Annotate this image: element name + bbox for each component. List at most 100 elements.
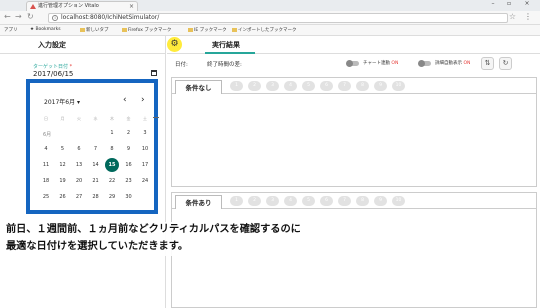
address-bar-row: ← → ↻ i localhost:8080/IchiNetSimulator/…	[0, 11, 540, 25]
browser-tab[interactable]: 進行管理オプション Vitalo ×	[26, 1, 138, 11]
calendar-day[interactable]: 16	[122, 158, 136, 172]
folder-icon	[122, 27, 127, 32]
page-icon	[80, 27, 85, 32]
calendar-day[interactable]: 29	[105, 190, 119, 204]
target-date-input[interactable]: 2017/06/15	[33, 70, 73, 78]
result-page-pill[interactable]: 10	[392, 81, 405, 91]
box-tab-strip: 条件あり 1 2 3 4 5 6 7 8 9 10	[172, 193, 536, 209]
calendar-day[interactable]: 26	[56, 190, 70, 204]
result-page-pill[interactable]: 1	[230, 196, 243, 206]
app-favicon-icon	[30, 4, 36, 9]
app-window: 進行管理オプション Vitalo × – ▫ × ← → ↻ i localho…	[0, 0, 540, 308]
bookmark-ie[interactable]: IE ブックマーク	[188, 27, 227, 33]
bookmark-firefox[interactable]: Firefox ブックマーク	[122, 27, 171, 33]
result-box-without-condition: 条件なし 1 2 3 4 5 6 7 8 9 10	[171, 77, 537, 187]
browser-titlebar: 進行管理オプション Vitalo × – ▫ ×	[0, 0, 540, 11]
calendar-day[interactable]: 27	[72, 190, 86, 204]
calendar-day[interactable]: 22	[105, 174, 119, 188]
bookmark-bookmarks[interactable]: ★ Bookmarks	[30, 27, 61, 32]
calendar-day[interactable]: 14	[89, 158, 103, 172]
url-field[interactable]: i localhost:8080/IchiNetSimulator/	[48, 13, 508, 23]
result-page-pill[interactable]: 2	[248, 196, 261, 206]
back-icon[interactable]: ←	[4, 12, 11, 21]
result-page-pill[interactable]: 7	[338, 196, 351, 206]
auto-detail-toggle[interactable]	[418, 60, 431, 67]
result-page-pill[interactable]: 6	[320, 81, 333, 91]
weekday-header: 火	[77, 116, 81, 121]
bookmark-apps[interactable]: アプリ	[4, 27, 18, 33]
caption-line-2: 最適な日付けを選択していただきます。	[6, 241, 189, 252]
calendar-day[interactable]: 20	[72, 174, 86, 188]
result-page-pill[interactable]: 10	[392, 196, 405, 206]
info-icon[interactable]: i	[52, 15, 58, 21]
result-page-pill[interactable]: 9	[374, 81, 387, 91]
calendar-day[interactable]: 1	[105, 126, 119, 140]
close-tab-icon[interactable]: ×	[129, 2, 134, 11]
maximize-icon[interactable]: ▫	[502, 0, 516, 8]
result-page-pill[interactable]: 1	[230, 81, 243, 91]
tab-title: 進行管理オプション Vitalo	[38, 3, 99, 9]
minimize-icon[interactable]: –	[486, 0, 500, 8]
calendar-day[interactable]: 2	[122, 126, 136, 140]
tab-no-condition[interactable]: 条件なし	[175, 80, 222, 94]
selected-day[interactable]: 15	[105, 158, 119, 172]
result-page-pill[interactable]: 8	[356, 81, 369, 91]
result-page-pill[interactable]: 3	[266, 81, 279, 91]
calendar-day[interactable]: 13	[72, 158, 86, 172]
refresh-button[interactable]: ↻	[499, 57, 512, 70]
calendar-day[interactable]: 23	[122, 174, 136, 188]
calendar-day[interactable]: 6	[72, 142, 86, 156]
weekday-header: 月	[60, 116, 65, 121]
target-date-label: ターゲット日付 *	[33, 64, 73, 70]
folder-icon	[188, 27, 193, 32]
bookmark-newtab[interactable]: 新しいタブ	[80, 27, 109, 33]
calendar-day[interactable]: 5	[56, 142, 70, 156]
forward-icon[interactable]: →	[15, 12, 22, 21]
calendar-day[interactable]: 21	[89, 174, 103, 188]
next-month-icon[interactable]: ›	[141, 95, 145, 105]
calendar-day[interactable]: 7	[89, 142, 103, 156]
results-header: 実行結果	[167, 36, 540, 54]
calendar-day[interactable]: 18	[39, 174, 53, 188]
subtitle-caption: 前日、１週間前、１ヵ月前などクリティカルパスを確認するのに 最適な日付けを選択し…	[0, 222, 372, 256]
result-page-pill[interactable]: 4	[284, 196, 297, 206]
calendar-day[interactable]: 4	[39, 142, 53, 156]
bookmark-imported[interactable]: インポートしたブックマーク	[232, 27, 297, 33]
result-page-pill[interactable]: 5	[302, 81, 315, 91]
folder-icon	[232, 27, 237, 32]
tab-with-condition[interactable]: 条件あり	[175, 195, 222, 209]
chart-link-toggle[interactable]	[346, 60, 359, 67]
calendar-day[interactable]: 11	[39, 158, 53, 172]
calendar-icon[interactable]	[151, 70, 157, 76]
close-window-icon[interactable]: ×	[520, 0, 534, 8]
weekday-header: 土	[143, 116, 147, 121]
result-page-pill[interactable]: 8	[356, 196, 369, 206]
calendar-day[interactable]: 12	[56, 158, 70, 172]
calendar-day[interactable]: 17	[138, 158, 152, 172]
sort-button[interactable]: ⇅	[481, 57, 494, 70]
input-settings-title: 入力設定	[0, 36, 166, 54]
result-page-pill[interactable]: 9	[374, 196, 387, 206]
prev-month-icon[interactable]: ‹	[123, 95, 127, 105]
calendar-day[interactable]: 30	[122, 190, 136, 204]
menu-icon[interactable]: ⋮	[524, 12, 532, 21]
calendar-day[interactable]: 8	[105, 142, 119, 156]
result-page-pill[interactable]: 5	[302, 196, 315, 206]
result-page-pill[interactable]: 4	[284, 81, 297, 91]
bookmark-star-icon[interactable]: ☆	[509, 12, 516, 21]
result-page-pill[interactable]: 7	[338, 81, 351, 91]
picker-month-short: 6月	[43, 132, 52, 138]
picker-month-select[interactable]: 2017年6月 ▾	[44, 97, 80, 106]
calendar-day[interactable]: 19	[56, 174, 70, 188]
result-page-pill[interactable]: 3	[266, 196, 279, 206]
calendar-day[interactable]: 9	[122, 142, 136, 156]
result-page-pill[interactable]: 2	[248, 81, 261, 91]
calendar-day[interactable]: 25	[39, 190, 53, 204]
calendar-day[interactable]: 28	[89, 190, 103, 204]
result-page-pill[interactable]: 6	[320, 196, 333, 206]
calendar-day[interactable]: 24	[138, 174, 152, 188]
calendar-day[interactable]: 10	[138, 142, 152, 156]
date-picker: 2017年6月 ▾ ‹ › 日月火水木金土 6月 1 2 3 4 5 6 7 8 9 10 11 12…	[26, 79, 158, 214]
calendar-day[interactable]: 3	[138, 126, 152, 140]
reload-icon[interactable]: ↻	[27, 12, 34, 21]
